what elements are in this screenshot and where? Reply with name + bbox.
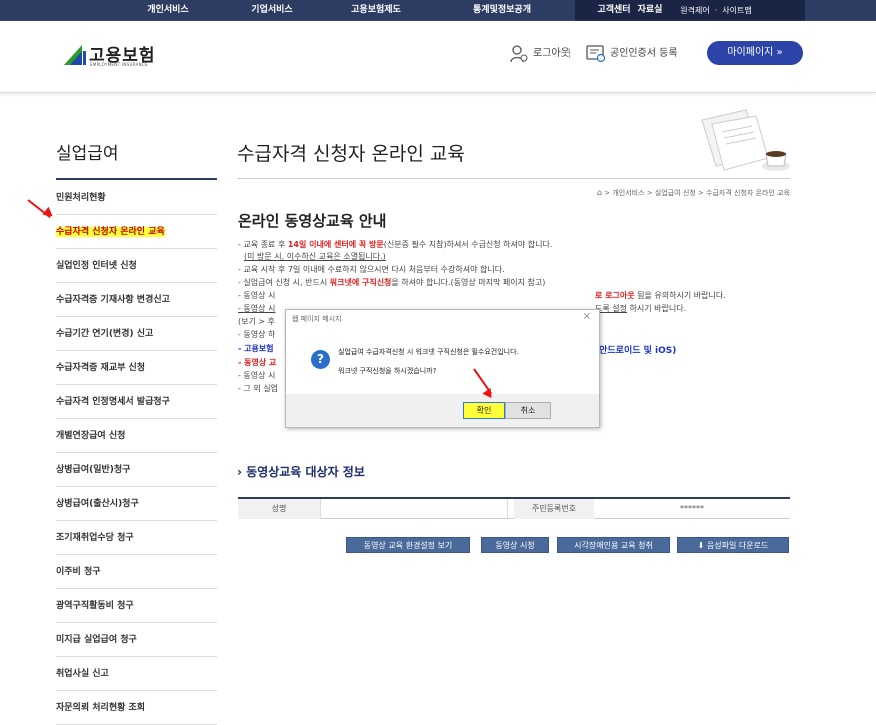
nav-business-service[interactable]: 기업서비스 xyxy=(222,0,322,21)
logout-link[interactable]: 로그아웃 xyxy=(509,41,570,67)
notice-line-11: - 동영상 시 xyxy=(238,371,276,380)
question-icon: ? xyxy=(311,350,330,369)
person-logout-icon xyxy=(510,45,528,63)
cert-register-link[interactable]: 공인인증서 등록 xyxy=(586,41,678,67)
breadcrumb: ⌂ > 개인서비스 > 실업급여 신청 > 수급자격 신청자 온라인 교육 xyxy=(540,188,790,198)
nav-archive[interactable]: 자료실 xyxy=(636,0,664,21)
lnb-item-job-search-cost[interactable]: 광역구직활동비 청구 xyxy=(56,589,217,623)
lnb-item-sickness-general[interactable]: 상병급여(일반)청구 xyxy=(56,453,217,487)
lnb-title: 실업급여 xyxy=(56,144,119,164)
notice-line-4: - 실업급여 신청 시, 반드시 워크넷에 구직신청을 하셔야 합니다.(동영상… xyxy=(238,278,546,287)
breadcrumb-path: > 개인서비스 > 실업급여 신청 > 수급자격 신청자 온라인 교육 xyxy=(604,189,790,197)
nav-statistics[interactable]: 통계및정보공개 xyxy=(452,0,552,21)
logo-mark-icon xyxy=(64,45,86,65)
cancel-button[interactable]: 취소 xyxy=(505,402,551,419)
certificate-icon xyxy=(586,45,606,63)
id-value-cell: ****** xyxy=(680,504,704,513)
notice-line-7: (보기 > 후 xyxy=(238,317,275,326)
logo-subtext: EMPLOYMENT INSURANCE xyxy=(90,62,148,67)
notice-line-9a: - 고용보험 xyxy=(238,344,274,353)
mypage-button[interactable]: 마이페이지 » xyxy=(707,41,803,65)
lnb-item-certificate[interactable]: 수급자격 인정명세서 발급청구 xyxy=(56,385,217,419)
top-nav: 개인서비스 기업서비스 고용보험제도 통계및정보공개 고객센터 자료실 원격제어… xyxy=(0,0,876,21)
section-title: 온라인 동영상교육 안내 xyxy=(238,212,387,230)
lnb-menu: 민원처리현황 수급자격 신청자 온라인 교육 실업인정 인터넷 신청 수급자격증… xyxy=(56,181,217,725)
dialog-footer xyxy=(286,394,599,427)
lnb-item-postpone[interactable]: 수급기간 연기(변경) 신고 xyxy=(56,317,217,351)
lnb-divider xyxy=(56,178,217,180)
lnb-item-internet-recognition[interactable]: 실업인정 인터넷 신청 xyxy=(56,249,217,283)
confirm-button[interactable]: 확인 xyxy=(463,402,505,419)
name-label-cell: 성명 xyxy=(238,499,320,519)
site-header: 고용보험 EMPLOYMENT INSURANCE 로그아웃 | 공인인증서 등… xyxy=(0,21,876,93)
title-divider xyxy=(237,178,790,179)
web-page-message-dialog: 웹 페이지 메시지 × ? 실업급여 수급자격신청 시 워크넷 구직신청은 필수… xyxy=(285,309,600,428)
logout-label: 로그아웃 xyxy=(533,48,570,59)
page-title: 수급자격 신청자 온라인 교육 xyxy=(237,143,465,165)
annotation-arrowhead-lnb xyxy=(42,206,56,221)
download-audio-button[interactable]: ⬇ 음성파일 다운로드 xyxy=(677,537,789,553)
dialog-message-line1: 실업급여 수급자격신청 시 워크넷 구직신청은 필수요건입니다. xyxy=(338,348,519,356)
lnb-item-reissue[interactable]: 수급자격증 재교부 신청 xyxy=(56,351,217,385)
nav-remote-control[interactable]: 원격제어 xyxy=(678,0,712,21)
nav-customer-center[interactable]: 고객센터 xyxy=(594,0,634,21)
cert-register-label: 공인인증서 등록 xyxy=(610,48,678,59)
nav-insurance-system[interactable]: 고용보험제도 xyxy=(326,0,426,21)
lnb-item-change-report[interactable]: 수급자격증 기재사항 변경신고 xyxy=(56,283,217,317)
notice-line-3: - 교육 시작 후 7일 이내에 수료하지 않으시면 다시 처음부터 수강하셔야… xyxy=(238,265,505,274)
visually-impaired-button[interactable]: 시각장애인용 교육 청취 xyxy=(557,537,670,553)
subsection-title: › 동영상교육 대상자 정보 xyxy=(237,465,365,479)
notice-line-5b: 로 로그아웃 됨을 유의하시기 바랍니다. xyxy=(595,291,726,300)
lnb-item-moving-cost[interactable]: 이주비 청구 xyxy=(56,555,217,589)
close-icon[interactable]: × xyxy=(583,311,591,322)
lnb-item-sickness-birth[interactable]: 상병급여(출산시)청구 xyxy=(56,487,217,521)
notice-line-8: - 동영상 하 xyxy=(238,330,276,339)
lnb-item-extension[interactable]: 개별연장급여 신청 xyxy=(56,419,217,453)
lnb-item-status[interactable]: 민원처리현황 xyxy=(56,181,217,215)
lnb-item-early-reemployment[interactable]: 조기재취업수당 청구 xyxy=(56,521,217,555)
id-label-cell: 주민등록번호 xyxy=(514,499,594,519)
lnb-item-unpaid[interactable]: 미지급 실업급여 청구 xyxy=(56,623,217,657)
env-settings-button[interactable]: 동영상 교육 환경설정 보기 xyxy=(346,537,470,553)
notice-line-12: - 그 외 실업 xyxy=(238,384,278,393)
nav-sitemap[interactable]: 사이트맵 xyxy=(720,0,754,21)
home-icon[interactable]: ⌂ xyxy=(597,188,602,197)
notice-line-6b: 도록 설정 하시기 바랍니다. xyxy=(595,304,687,313)
notice-line-1: - 교육 종료 후 14일 이내에 센터에 꼭 방문(신분증 필수 지참)하셔서… xyxy=(238,240,553,249)
notice-line-6a: - 동영상 시 xyxy=(238,304,276,313)
notice-line-10: - 동영상 교 xyxy=(238,358,277,367)
table-cell-borders xyxy=(320,499,508,519)
nav-separator: · xyxy=(714,6,718,15)
lnb-item-employment-report[interactable]: 취업사실 신고 xyxy=(56,657,217,691)
watch-video-button[interactable]: 동영상 시청 xyxy=(481,537,549,553)
notice-line-2: (미 방문 시, 이수하신 교육은 소멸됩니다.) xyxy=(244,252,386,261)
dialog-title: 웹 페이지 메시지 xyxy=(292,315,342,323)
site-logo[interactable]: 고용보험 EMPLOYMENT INSURANCE xyxy=(62,42,182,72)
notice-line-9b: (안드로이드 및 iOS) xyxy=(595,346,677,356)
lnb-item-online-education[interactable]: 수급자격 신청자 온라인 교육 xyxy=(56,215,217,249)
header-divider: | xyxy=(568,48,572,59)
documents-coffee-illustration xyxy=(701,109,790,171)
notice-line-5a: - 동영상 시 xyxy=(238,291,276,300)
nav-personal-service[interactable]: 개인서비스 xyxy=(118,0,218,21)
dialog-message-line2: 워크넷 구직신청을 하시겠습니까? xyxy=(338,367,437,375)
lnb-item-advisory-status[interactable]: 자문의뢰 처리현황 조회 xyxy=(56,691,217,725)
